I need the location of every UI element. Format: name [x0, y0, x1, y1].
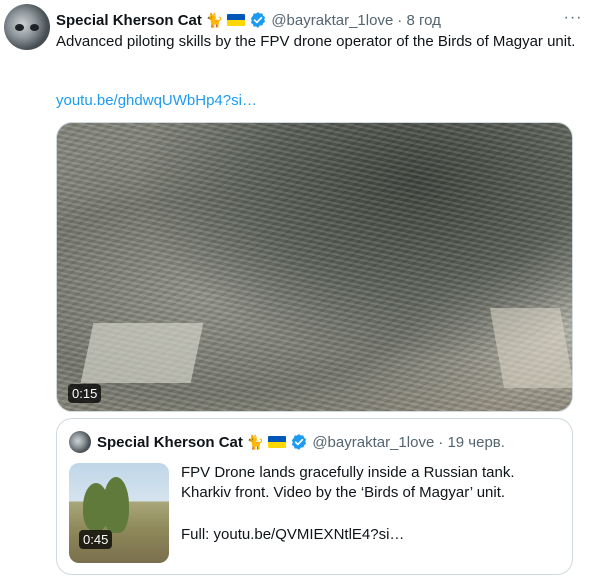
quoted-tweet-header: Special Kherson Cat 🐈 @bayraktar_1love ·… [97, 433, 505, 451]
avatar[interactable] [4, 4, 50, 50]
verified-badge-icon [251, 12, 266, 28]
video-frame-detail [80, 323, 204, 383]
author-handle[interactable]: @bayraktar_1love [271, 12, 393, 29]
video-frame-detail [489, 308, 572, 388]
cat-emoji-icon: 🐈 [246, 433, 265, 450]
ukraine-flag-icon [227, 14, 246, 26]
quoted-tweet-full-link: Full: youtu.be/QVMIEXNtlE4?si… [181, 526, 405, 543]
ukraine-flag-icon [268, 436, 287, 448]
tweet-text: Advanced piloting skills by the FPV dron… [56, 33, 576, 50]
tweet-link[interactable]: youtu.be/ghdwqUWbHp4?si… [56, 92, 257, 109]
tweet-header: Special Kherson Cat 🐈 @bayraktar_1love ·… [56, 10, 441, 30]
cat-emoji-icon: 🐈 [205, 11, 224, 28]
tweet-time[interactable]: · 8 год [397, 12, 441, 29]
quoted-avatar [69, 431, 91, 453]
verified-badge-icon [292, 434, 307, 450]
quoted-tweet-text: FPV Drone lands gracefully inside a Russ… [181, 464, 515, 501]
video-player[interactable]: 0:15 [56, 122, 573, 412]
quoted-tweet-time: · 19 черв. [438, 433, 505, 451]
video-duration: 0:15 [68, 384, 102, 403]
quoted-author-name: Special Kherson Cat [97, 433, 243, 451]
quoted-video-thumbnail[interactable]: 0:45 [69, 463, 169, 563]
author-name[interactable]: Special Kherson Cat [56, 12, 202, 29]
quoted-tweet[interactable]: Special Kherson Cat 🐈 @bayraktar_1love ·… [56, 418, 573, 575]
quoted-author-handle: @bayraktar_1love [312, 433, 435, 451]
more-options-icon[interactable]: ··· [560, 9, 586, 29]
quoted-video-duration: 0:45 [79, 530, 113, 549]
